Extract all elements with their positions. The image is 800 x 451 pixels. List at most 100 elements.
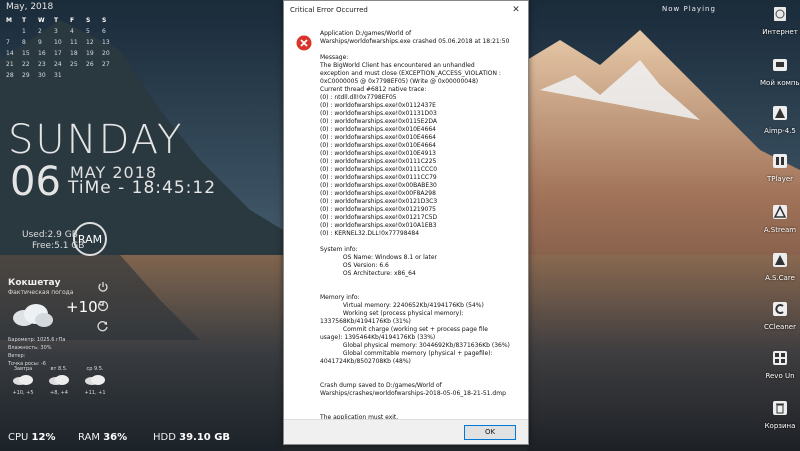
calendar-day: 31 — [54, 72, 62, 79]
error-message-line: (0) : worldofwarships.exe!0x0111C225 — [320, 158, 437, 165]
cpu-stat: CPU 12% — [8, 432, 55, 443]
error-message-line: Global physical memory: 3044692Kb/837163… — [320, 342, 510, 349]
ram-label: RAM — [78, 432, 101, 443]
error-message-line: (0) : worldofwarships.exe!0x0111CCC0 — [320, 166, 438, 173]
cloud-icon — [49, 375, 69, 385]
day-name: SUNDAY — [8, 117, 184, 163]
restart-icon[interactable] — [97, 320, 109, 332]
tplayer-icon — [773, 154, 787, 168]
error-message-line: exception and must close (EXCEPTION_ACCE… — [320, 70, 501, 77]
calendar-day — [70, 72, 86, 80]
calendar-day: 13 — [102, 39, 110, 46]
calendar-day: 21 — [6, 61, 14, 68]
desktop-icon-recycle-bin[interactable]: Корзина — [760, 400, 800, 430]
desktop-icon-label: Мой компьютер — [760, 79, 800, 87]
calendar-day: 3 — [54, 28, 58, 35]
forecast-temps: +10, +5 — [12, 390, 34, 396]
calendar-weekday: W — [38, 17, 45, 24]
forecast-day-label: вт 8.5. — [50, 366, 68, 372]
calendar-weekday: T — [54, 17, 59, 24]
desktop-icon-revo[interactable]: Revo Un — [760, 350, 800, 380]
close-button[interactable]: ✕ — [504, 1, 528, 19]
error-message-line — [320, 398, 520, 406]
error-message-line: Application D:/games/World of — [320, 30, 412, 37]
calendar-day: 2 — [38, 28, 42, 35]
desktop-icon-label: Aimp-4.5 — [764, 127, 796, 135]
cloud-icon — [85, 375, 105, 385]
calendar-day: 26 — [86, 61, 94, 68]
calendar-day: 18 — [70, 50, 78, 57]
cloud-icon — [13, 375, 33, 385]
error-message-line: (0) : worldofwarships.exe!0x00F8A298 — [320, 190, 436, 197]
desktop-icon-astream[interactable]: A.Stream — [760, 204, 800, 234]
error-message-line — [320, 46, 520, 54]
power-icon[interactable] — [97, 281, 109, 293]
calendar-weekday: T — [22, 17, 27, 24]
calendar-day: 20 — [102, 50, 110, 57]
dialog-title: Critical Error Occurred — [290, 6, 368, 14]
error-message-line: Global commitable memory (physical + pag… — [320, 350, 493, 357]
sleep-icon[interactable] — [97, 300, 109, 312]
weather-humidity: Влажность: 30% — [8, 345, 52, 351]
desktop-icon-computer[interactable]: Мой компьютер — [760, 57, 800, 87]
calendar-day: 10 — [54, 39, 62, 46]
error-message-line: Working set (process physical memory): — [320, 310, 464, 317]
error-message-line — [320, 238, 520, 246]
calendar-weekday: S — [86, 17, 91, 24]
calendar-day: 24 — [54, 61, 62, 68]
ram-gauge: RAM — [73, 222, 107, 256]
desktop-icon-label: CCleaner — [764, 323, 796, 331]
desktop-icon-tplayer[interactable]: TPlayer — [760, 153, 800, 183]
calendar-day: 19 — [86, 50, 94, 57]
error-message-line — [320, 366, 520, 374]
weather-widget: Кокшетау Фактическая погода +10° Баромет… — [8, 278, 148, 396]
forecast-day-label: Завтра — [13, 366, 33, 372]
desktop-icon-label: Интернет — [762, 28, 798, 36]
error-message-line: Message: — [320, 54, 349, 61]
recycle-bin-icon — [773, 401, 787, 415]
error-message-line — [320, 286, 520, 294]
error-message-line: (0) : worldofwarships.exe!0x010E4664 — [320, 142, 436, 149]
error-message-line: (0) : worldofwarships.exe!0x01219075 — [320, 206, 436, 213]
ram-stat: RAM 36% — [78, 432, 127, 443]
calendar-day: 7 — [6, 39, 10, 46]
error-message-line: (0) : worldofwarships.exe!0x010E4664 — [320, 126, 436, 133]
dialog-title-bar: Critical Error Occurred ✕ — [284, 1, 528, 19]
desktop-icon-label: A.Stream — [763, 226, 797, 234]
error-message-line: Commit charge (working set + process pag… — [320, 326, 488, 333]
error-message-line — [320, 406, 520, 414]
calendar-day: 9 — [38, 39, 42, 46]
calendar-day: 12 — [86, 39, 94, 46]
error-message-line: (0) : KERNEL32.DLL!0x77798484 — [320, 230, 420, 237]
desktop-icon-label: A.S.Care — [765, 274, 795, 282]
calendar-day: 15 — [22, 50, 30, 57]
desktop-icon-label: TPlayer — [766, 175, 794, 183]
error-message-line — [320, 278, 520, 286]
ok-button[interactable]: OK — [464, 425, 516, 440]
error-message-line: Crash dump saved to D:/games/World of — [320, 382, 442, 389]
forecast-temps: +11, +1 — [84, 390, 106, 396]
forecast-day: Завтра +10, +5 — [8, 366, 38, 396]
calendar-day: 30 — [38, 72, 46, 79]
revo-icon — [773, 351, 787, 365]
desktop-icon-ascare[interactable]: A.S.Care — [760, 252, 800, 282]
error-message-line: OS Version: 6.6 — [320, 262, 389, 269]
error-message-line: Memory info: — [320, 294, 360, 301]
calendar-day: 6 — [102, 28, 106, 35]
forecast-day-label: ср 9.5. — [86, 366, 104, 372]
desktop-icon-ccleaner[interactable]: CCleaner — [760, 301, 800, 331]
hdd-value: 39.10 GB — [179, 432, 231, 443]
calendar-day — [86, 72, 102, 80]
error-message-line: (0) : worldofwarships.exe!0x01131D03 — [320, 110, 437, 117]
forecast-day: ср 9.5. +11, +1 — [80, 366, 110, 396]
error-message-line: (0) : worldofwarships.exe!0x0115E2DA — [320, 118, 437, 125]
desktop-icon-label: Revo Un — [765, 372, 795, 380]
calendar-weekday: F — [70, 17, 75, 24]
weather-city: Кокшетау — [8, 278, 61, 288]
error-message-line: Warships/worldofwarships.exe crashed 05.… — [320, 38, 510, 45]
ascare-icon — [773, 253, 787, 267]
desktop-icon-aimp[interactable]: Aimp-4.5 — [760, 105, 800, 135]
astream-icon — [773, 205, 787, 219]
day-number: 06 — [10, 159, 61, 205]
desktop-icon-internet[interactable]: Интернет — [760, 6, 800, 36]
